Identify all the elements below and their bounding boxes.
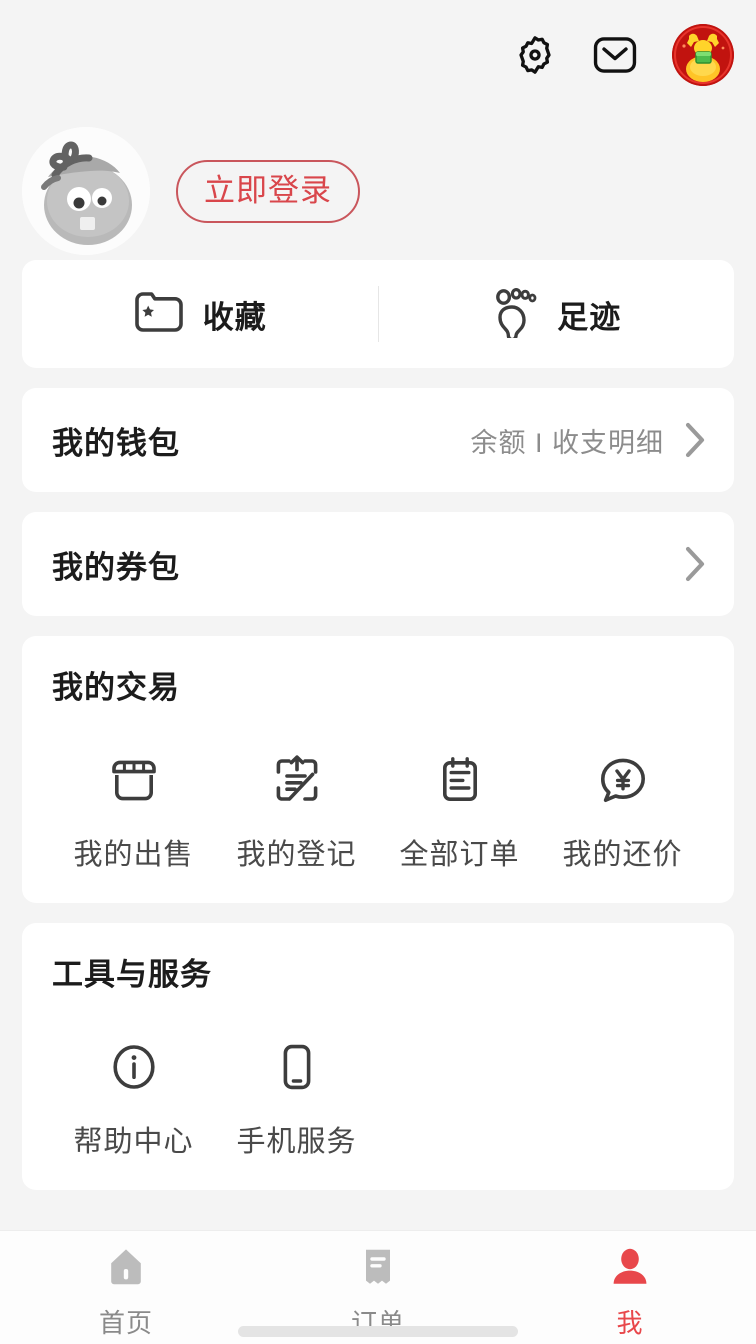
transactions-grid: 我的出售 我的登记 全部订单 我的还价 [52,717,704,873]
tab-me[interactable]: 我 [504,1245,756,1340]
tools-card: 工具与服务 帮助中心 手机服务 [22,923,734,1190]
top-bar [0,0,756,110]
receipt-icon [356,1245,400,1294]
transactions-title: 我的交易 [52,670,180,705]
quick-action-favorites[interactable]: 收藏 [22,260,378,368]
phone-icon [269,1034,325,1100]
coupon-row[interactable]: 我的券包 [22,512,734,616]
my-account-screen: 立即登录 收藏 足迹 我的钱包 余额 I 收支明细 我的券包 我的交易 我的出售… [0,0,756,1344]
default-user-avatar[interactable] [22,127,150,255]
transactions-item-my-registrations[interactable]: 我的登记 [215,717,378,873]
wallet-subtitle: 余额 I 收支明细 [470,427,664,458]
chevron-right-icon [684,546,706,582]
register-upload-icon [269,747,325,813]
wallet-row[interactable]: 我的钱包 余额 I 收支明细 [22,388,734,492]
tab-label: 我 [616,1308,644,1338]
person-icon [608,1245,652,1294]
footprint-icon [491,286,539,343]
festival-mascot-avatar[interactable] [672,24,734,86]
clipboard-icon [432,747,488,813]
tab-home[interactable]: 首页 [0,1245,252,1340]
transactions-item-label: 我的登记 [236,839,357,871]
wallet-title: 我的钱包 [52,425,180,461]
quick-action-label: 收藏 [202,299,267,335]
tools-title: 工具与服务 [52,957,212,992]
bottom-tab-bar: 首页 订单 我 [0,1230,756,1344]
transactions-item-label: 我的还价 [562,839,683,871]
tools-item-help-center[interactable]: 帮助中心 [52,1004,215,1160]
quick-action-label: 足迹 [557,299,622,335]
transactions-item-label: 我的出售 [73,839,194,871]
transactions-card: 我的交易 我的出售 我的登记 全部订单 我的还价 [22,636,734,903]
transactions-item-my-offers[interactable]: 我的还价 [541,717,704,873]
tools-grid: 帮助中心 手机服务 [52,1004,704,1160]
transactions-item-all-orders[interactable]: 全部订单 [378,717,541,873]
chevron-right-icon [684,422,706,458]
coupon-title: 我的券包 [52,549,180,585]
gear-icon[interactable] [512,32,558,78]
tab-label: 首页 [98,1308,153,1338]
transactions-item-label: 全部订单 [399,839,520,871]
quick-actions-card: 收藏 足迹 [22,260,734,368]
yen-bubble-icon [595,747,651,813]
tools-item-label: 帮助中心 [73,1126,194,1158]
profile-header: 立即登录 [0,110,756,260]
login-button[interactable]: 立即登录 [176,159,360,223]
quick-action-footprints[interactable]: 足迹 [379,260,735,368]
tools-item-phone-service[interactable]: 手机服务 [215,1004,378,1160]
tools-item-label: 手机服务 [236,1126,357,1158]
transactions-item-my-sales[interactable]: 我的出售 [52,717,215,873]
home-icon [104,1245,148,1294]
info-circle-icon [106,1034,162,1100]
shop-icon [106,747,162,813]
folder-star-icon [133,289,185,340]
home-indicator [238,1326,518,1337]
envelope-icon[interactable] [592,32,638,78]
